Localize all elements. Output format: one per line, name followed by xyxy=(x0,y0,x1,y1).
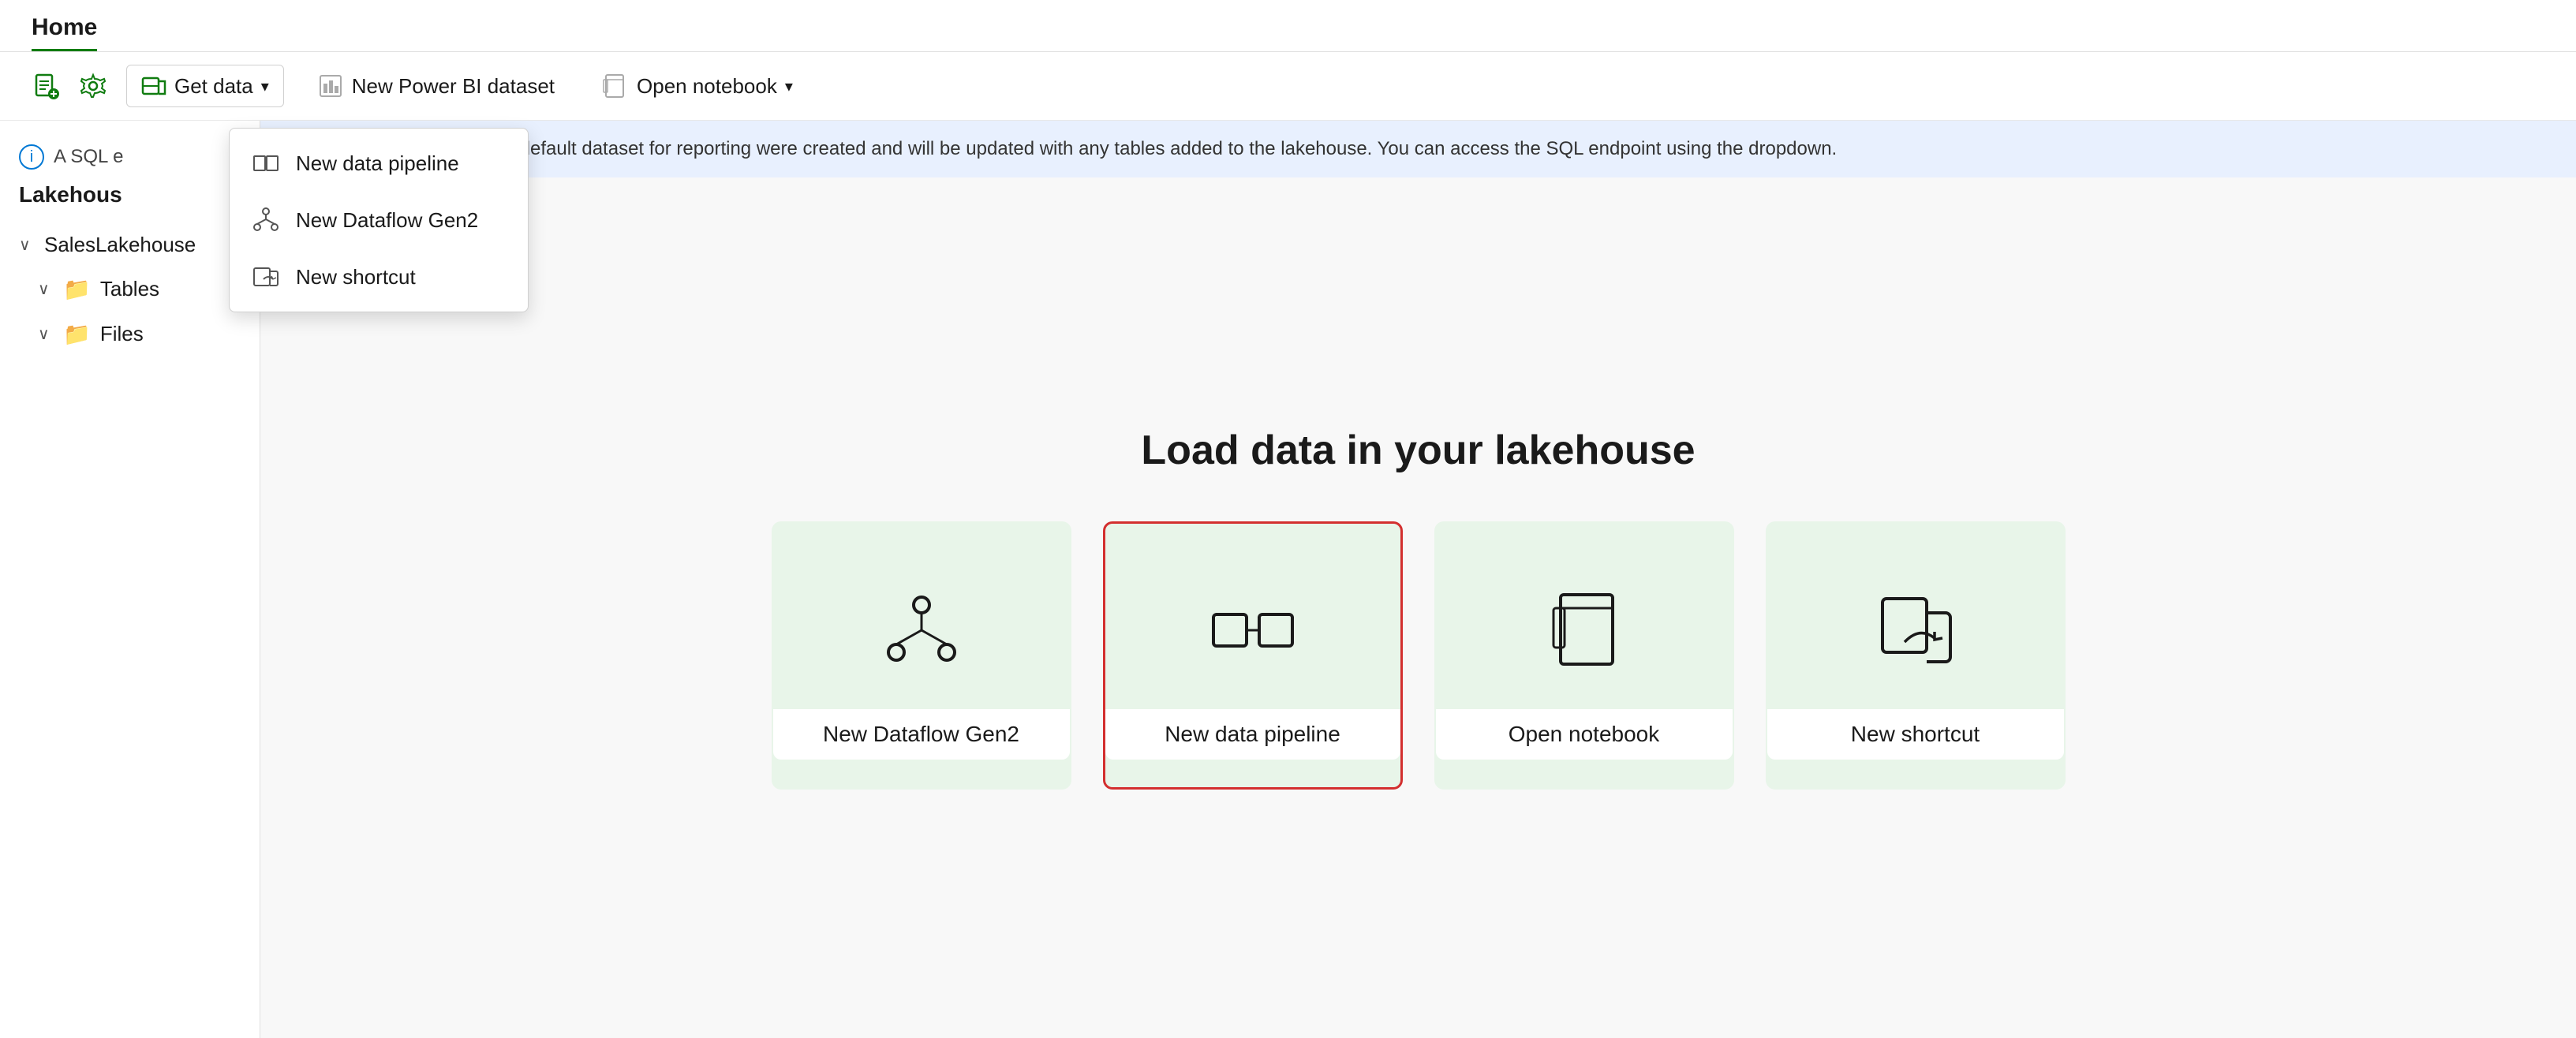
files-label: Files xyxy=(100,322,144,346)
get-data-dropdown: New data pipeline New Dataflow Gen xyxy=(229,128,529,312)
sidebar-sql-label: A SQL e xyxy=(54,146,124,168)
pipeline-card-icon xyxy=(1209,551,1296,709)
dropdown-pipeline-label: New data pipeline xyxy=(296,151,459,176)
card-shortcut[interactable]: New shortcut xyxy=(1766,521,2066,790)
dataflow-card-icon xyxy=(882,551,961,709)
card-notebook[interactable]: Open notebook xyxy=(1434,521,1734,790)
sidebar-item-saleslakehouse[interactable]: ∨ SalesLakehouse xyxy=(0,223,260,267)
new-powerbi-button[interactable]: New Power BI dataset xyxy=(303,65,569,107)
saleslakehouse-label: SalesLakehouse xyxy=(44,233,196,257)
card-dataflow[interactable]: New Dataflow Gen2 xyxy=(772,521,1071,790)
chevron-down-icon: ∨ xyxy=(38,324,54,344)
open-notebook-label: Open notebook xyxy=(637,74,777,99)
shortcut-card-icon xyxy=(1876,551,1955,709)
shortcut-icon xyxy=(252,263,280,291)
toolbar: Get data ▾ New data pipeline xyxy=(0,52,2576,121)
info-icon: i xyxy=(19,144,44,170)
info-banner-text: A SQL endpoint and a default dataset for… xyxy=(330,138,1837,160)
new-powerbi-label: New Power BI dataset xyxy=(352,74,555,99)
cards-row: New Dataflow Gen2 New data pipeline xyxy=(772,521,2066,790)
pipeline-icon xyxy=(252,149,280,177)
shortcut-card-label: New shortcut xyxy=(1767,709,2064,760)
notebook-card-label: Open notebook xyxy=(1436,709,1733,760)
sidebar-item-files[interactable]: ∨ 📁 Files xyxy=(0,312,260,357)
chevron-down-icon: ∨ xyxy=(19,235,35,255)
sidebar-item-tables[interactable]: ∨ 📁 Tables xyxy=(0,267,260,312)
open-notebook-chevron-icon: ▾ xyxy=(785,77,793,96)
powerbi-icon xyxy=(317,73,344,99)
card-pipeline[interactable]: New data pipeline xyxy=(1103,521,1403,790)
dataflow-card-label: New Dataflow Gen2 xyxy=(773,709,1070,760)
get-data-icon xyxy=(141,73,166,99)
open-notebook-button[interactable]: Open notebook ▾ xyxy=(588,65,807,107)
folder-icon: 📁 xyxy=(63,276,91,302)
notebook-card-icon xyxy=(1549,551,1620,709)
get-data-label: Get data xyxy=(174,74,253,99)
dropdown-item-pipeline[interactable]: New data pipeline xyxy=(230,135,528,192)
chevron-down-icon: ∨ xyxy=(38,279,54,299)
page-title: Home xyxy=(32,14,97,51)
notebook-icon xyxy=(602,73,629,99)
dropdown-item-dataflow[interactable]: New Dataflow Gen2 xyxy=(230,192,528,248)
dropdown-item-shortcut[interactable]: New shortcut xyxy=(230,248,528,305)
info-banner: i A SQL endpoint and a default dataset f… xyxy=(260,121,2576,177)
main-content: Load data in your lakehouse xyxy=(260,177,2576,1038)
sidebar: i A SQL e Lakehous ∨ SalesLakehouse ∨ 📁 … xyxy=(0,121,260,1038)
section-title: Load data in your lakehouse xyxy=(1141,427,1695,474)
dropdown-dataflow-label: New Dataflow Gen2 xyxy=(296,208,478,233)
lakehouse-title: Lakehous xyxy=(0,174,260,215)
sidebar-header: i A SQL e xyxy=(0,136,260,174)
settings-icon[interactable] xyxy=(79,72,107,100)
tables-label: Tables xyxy=(100,277,159,301)
dataflow-icon xyxy=(252,206,280,234)
pipeline-card-label: New data pipeline xyxy=(1105,709,1400,760)
new-file-icon[interactable] xyxy=(32,72,60,100)
tree-section: ∨ SalesLakehouse ∨ 📁 Tables ∨ 📁 Files xyxy=(0,223,260,357)
content-area: i A SQL endpoint and a default dataset f… xyxy=(260,121,2576,1038)
dropdown-shortcut-label: New shortcut xyxy=(296,265,416,289)
get-data-button[interactable]: Get data ▾ xyxy=(126,65,284,107)
folder-icon: 📁 xyxy=(63,321,91,347)
get-data-chevron-icon: ▾ xyxy=(261,77,269,96)
